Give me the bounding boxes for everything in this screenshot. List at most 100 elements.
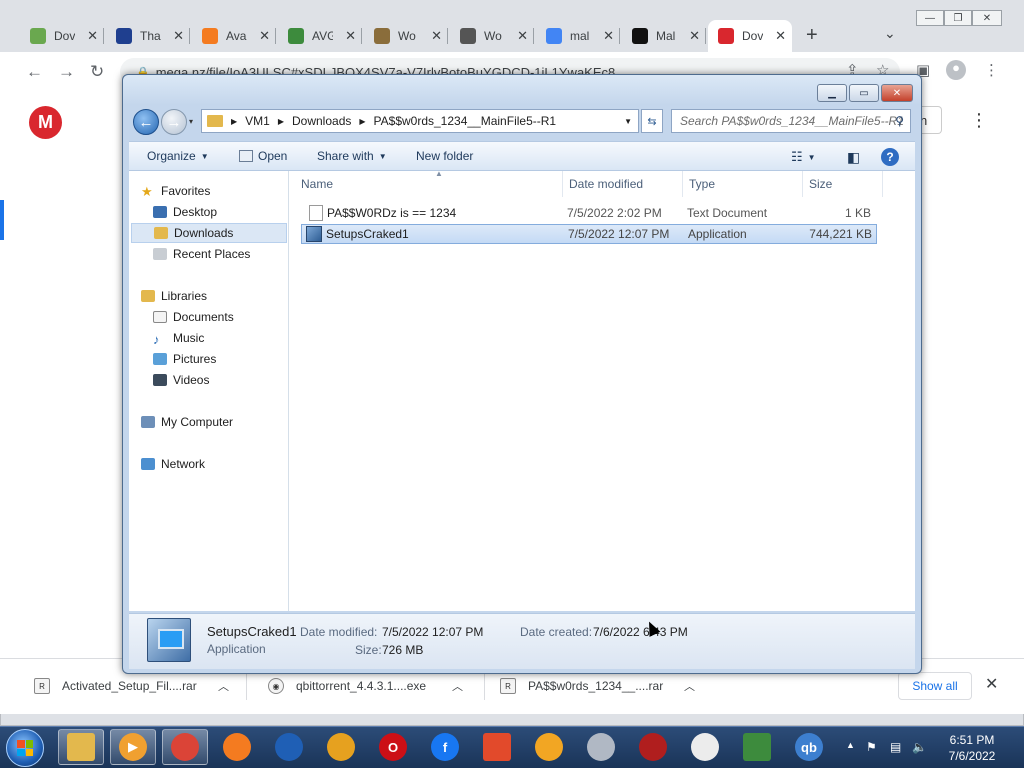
close-tab-icon[interactable]: ✕ — [431, 28, 442, 44]
w-logo-icon — [116, 28, 132, 44]
taskbar-app-button[interactable] — [266, 729, 312, 765]
preview-pane-icon[interactable]: ◧ — [847, 149, 860, 166]
help-icon[interactable]: ? — [881, 148, 899, 166]
close-tab-icon[interactable]: ✕ — [345, 28, 356, 44]
network-icon[interactable]: ▤ — [890, 740, 901, 754]
close-tab-icon[interactable]: ✕ — [517, 28, 528, 44]
nav-network[interactable]: Network — [141, 454, 299, 474]
taskbar-app-button[interactable] — [526, 729, 572, 765]
action-center-icon[interactable]: ⚑ — [866, 740, 877, 754]
tab-9[interactable]: Dov ✕ — [708, 20, 792, 52]
nav-libraries[interactable]: Libraries — [141, 286, 299, 306]
search-input[interactable]: Search PA$$w0rds_1234__MainFile5--R1 ⚲ — [671, 109, 911, 133]
tab-8[interactable]: Mal ✕ — [622, 20, 706, 52]
file-row[interactable]: PA$$W0RDz is == 1234 7/5/2022 2:02 PM Te… — [303, 203, 877, 223]
close-tab-icon[interactable]: ✕ — [173, 28, 184, 44]
taskbar-app-button[interactable] — [682, 729, 728, 765]
search-icon[interactable]: ⚲ — [895, 114, 904, 128]
forward-arrow-icon[interactable]: → — [161, 109, 187, 135]
nav-desktop[interactable]: Desktop — [153, 202, 287, 222]
chevron-up-icon[interactable]: ︿ — [218, 678, 229, 694]
reload-icon[interactable]: ↻ — [90, 62, 104, 82]
close-tab-icon[interactable]: ✕ — [259, 28, 270, 44]
breadcrumb-item[interactable]: VM1 — [245, 114, 270, 128]
tab-6[interactable]: Wo ✕ — [450, 20, 534, 52]
tab-7[interactable]: mal ✕ — [536, 20, 620, 52]
close-tab-icon[interactable]: ✕ — [603, 28, 614, 44]
taskbar-app-button[interactable] — [578, 729, 624, 765]
nav-recent-places[interactable]: Recent Places — [153, 244, 287, 264]
explorer-minimize-button[interactable]: ▁ — [817, 84, 847, 102]
chevron-right-icon[interactable]: ▶ — [278, 117, 284, 126]
page-menu-icon[interactable]: ⋮ — [970, 110, 988, 131]
chevron-right-icon[interactable]: ▶ — [359, 117, 365, 126]
taskbar-app-button[interactable] — [474, 729, 520, 765]
recent-pages-chevron-icon[interactable]: ▾ — [189, 117, 193, 126]
taskbar-app-button[interactable]: ▶ — [110, 729, 156, 765]
explorer-title-bar[interactable] — [123, 75, 921, 105]
close-tab-icon[interactable]: ✕ — [775, 28, 786, 44]
close-downloads-icon[interactable]: ✕ — [985, 674, 998, 694]
breadcrumb[interactable]: ▶ VM1 ▶ Downloads ▶ PA$$w0rds_1234__Main… — [201, 109, 639, 133]
tab-search-chevron-icon[interactable]: ⌄ — [884, 25, 896, 42]
nav-my-computer[interactable]: My Computer — [141, 412, 299, 432]
nav-favorites[interactable]: ★ Favorites — [141, 181, 299, 201]
nav-pictures[interactable]: Pictures — [153, 349, 287, 369]
show-all-button[interactable]: Show all — [898, 672, 972, 700]
close-tab-icon[interactable]: ✕ — [689, 28, 700, 44]
taskbar-app-button[interactable] — [318, 729, 364, 765]
system-clock[interactable]: 6:51 PM 7/6/2022 — [930, 732, 1014, 764]
folder-icon — [207, 115, 223, 127]
taskbar-app-button[interactable] — [630, 729, 676, 765]
column-name[interactable]: Name ▲ — [295, 169, 563, 197]
nav-videos[interactable]: Videos — [153, 370, 287, 390]
minimize-button[interactable]: — — [916, 10, 944, 26]
new-folder-button[interactable]: New folder — [416, 149, 473, 163]
mega-logo-icon[interactable]: M — [29, 106, 62, 139]
refresh-icon[interactable]: ⇆ — [641, 109, 663, 133]
share-with-button[interactable]: Share with ▼ — [317, 149, 387, 163]
volume-icon[interactable]: 🔈 — [912, 740, 927, 754]
tab-3[interactable]: Ava ✕ — [192, 20, 276, 52]
chrome-menu-icon[interactable]: ⋮ — [984, 61, 999, 79]
explorer-maximize-button[interactable]: ▭ — [849, 84, 879, 102]
tab-4[interactable]: AVG ✕ — [278, 20, 362, 52]
tab-1[interactable]: Dov ✕ — [20, 20, 104, 52]
breadcrumb-item[interactable]: Downloads — [292, 114, 351, 128]
column-date-modified[interactable]: Date modified — [563, 171, 683, 197]
taskbar-app-button[interactable] — [734, 729, 780, 765]
chevron-right-icon[interactable]: ▶ — [231, 117, 237, 126]
taskbar-app-button[interactable] — [162, 729, 208, 765]
tab-2[interactable]: Tha ✕ — [106, 20, 190, 52]
breadcrumb-item[interactable]: PA$$w0rds_1234__MainFile5--R1 — [374, 114, 557, 128]
column-size[interactable]: Size — [803, 171, 883, 197]
taskbar-app-button[interactable] — [58, 729, 104, 765]
address-dropdown-icon[interactable]: ▼ — [624, 117, 632, 126]
start-button[interactable] — [6, 729, 44, 767]
taskbar-app-button[interactable]: O — [370, 729, 416, 765]
nav-downloads[interactable]: Downloads — [131, 223, 287, 243]
view-options-icon[interactable]: ☷ ▼ — [791, 149, 816, 165]
show-hidden-icons-icon[interactable]: ▲ — [846, 740, 855, 750]
new-tab-button[interactable]: + — [806, 24, 818, 46]
file-row[interactable]: SetupsCraked1 7/5/2022 12:07 PM Applicat… — [301, 224, 877, 244]
taskbar-app-button[interactable]: qb — [786, 729, 832, 765]
back-arrow-icon[interactable]: ← — [26, 62, 43, 82]
chevron-up-icon[interactable]: ︿ — [684, 678, 695, 694]
close-window-button[interactable]: ✕ — [972, 10, 1002, 26]
restore-button[interactable]: ❐ — [944, 10, 972, 26]
close-tab-icon[interactable]: ✕ — [87, 28, 98, 44]
nav-music[interactable]: ♪ Music — [153, 328, 287, 348]
nav-documents[interactable]: Documents — [153, 307, 287, 327]
profile-avatar-icon[interactable]: ● — [946, 60, 966, 80]
column-type[interactable]: Type — [683, 171, 803, 197]
tab-5[interactable]: Wo ✕ — [364, 20, 448, 52]
open-button[interactable]: Open — [239, 149, 287, 163]
back-arrow-icon[interactable]: ← — [133, 109, 159, 135]
explorer-close-button[interactable]: ✕ — [881, 84, 913, 102]
chevron-up-icon[interactable]: ︿ — [452, 678, 463, 694]
forward-arrow-icon[interactable]: → — [58, 62, 75, 82]
taskbar-app-button[interactable]: f — [422, 729, 468, 765]
organize-button[interactable]: Organize ▼ — [147, 149, 209, 163]
taskbar-app-button[interactable] — [214, 729, 260, 765]
